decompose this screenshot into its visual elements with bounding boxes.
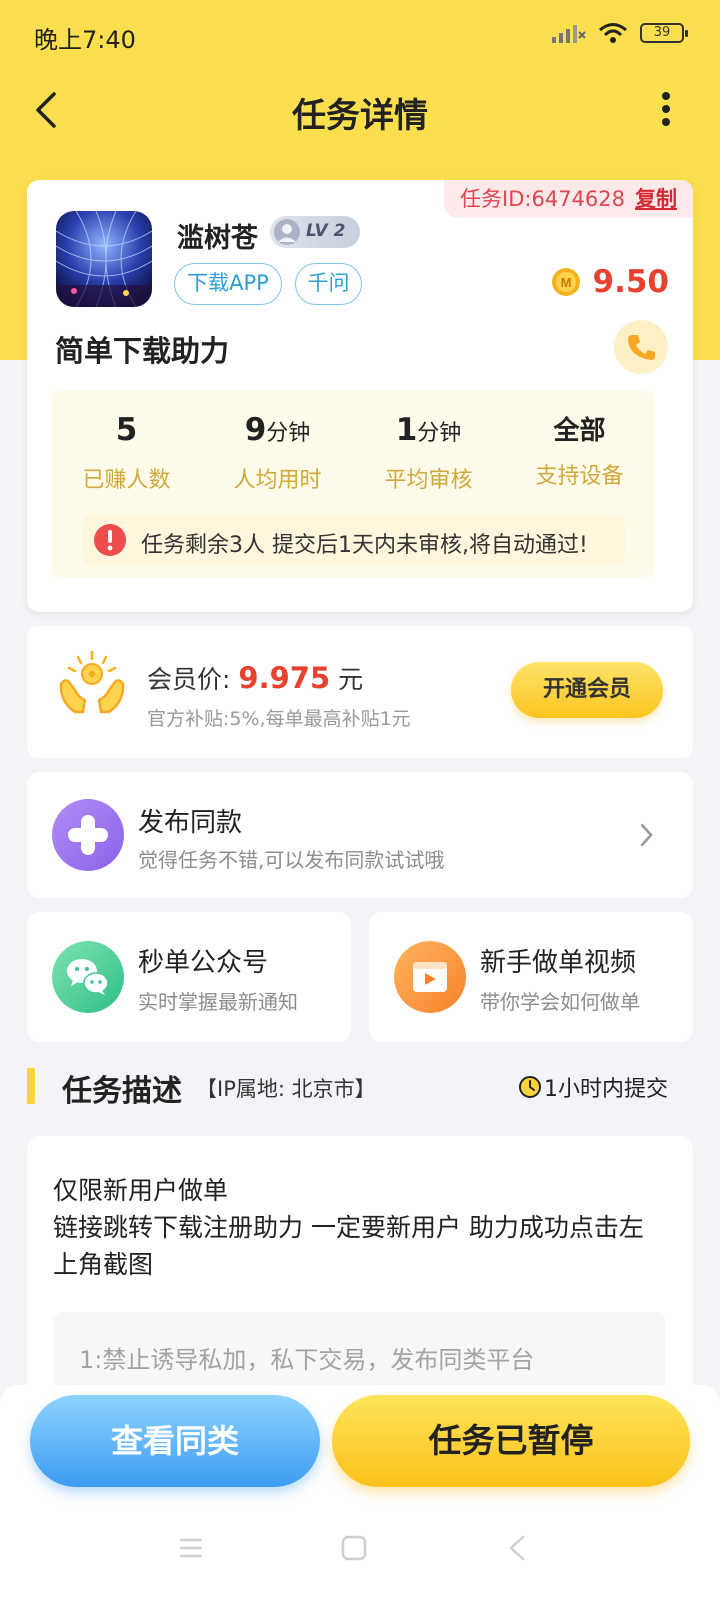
wechat-official-account-card[interactable]: 秒单公众号 实时掌握最新通知 [27, 912, 351, 1042]
stat-unit: 分钟 [417, 421, 462, 446]
task-notice: 任务剩余3人 提交后1天内未审核,将自动通过! [83, 515, 625, 565]
description-line: 仅限新用户做单 [53, 1176, 229, 1205]
nav-bar: 任务详情 [0, 70, 720, 150]
member-price: 会员价: 9.975 元 [147, 660, 363, 696]
task-paused-button[interactable]: 任务已暂停 [332, 1395, 690, 1487]
video-card-subtitle: 带你学会如何做单 [480, 990, 640, 1014]
contact-button[interactable] [614, 320, 668, 374]
deadline-text: 1小时内提交 [544, 1077, 668, 1102]
section-accent-bar [27, 1068, 35, 1104]
signal-icon [552, 25, 586, 43]
chevron-right-icon [640, 823, 653, 847]
level-avatar-icon [274, 219, 300, 245]
tag-qianwen: 千问 [295, 263, 362, 305]
task-id-label: 任务ID:6474628 [460, 187, 625, 211]
reward-value: 9.50 [592, 264, 670, 300]
view-similar-button[interactable]: 查看同类 [30, 1395, 320, 1487]
description-line: 链接跳转下载注册助力 一定要新用户 助力成功点击左上角截图 [53, 1213, 644, 1279]
wechat-card-subtitle: 实时掌握最新通知 [138, 990, 298, 1014]
stat-label: 已赚人数 [82, 468, 171, 493]
stat-label: 支持设备 [535, 464, 624, 489]
stat-label: 平均审核 [384, 468, 473, 493]
bottom-action-bar: 查看同类 任务已暂停 [0, 1385, 720, 1600]
stat-value: 9 [244, 412, 267, 448]
system-navigation-bar [0, 1525, 720, 1575]
submit-deadline: 1小时内提交 [518, 1071, 668, 1103]
level-label: LV 2 [306, 221, 346, 241]
status-time: 晚上7:40 [34, 26, 136, 54]
ip-location: 【IP属地: 北京市】 [196, 1077, 376, 1101]
wechat-card-title: 秒单公众号 [138, 948, 269, 978]
avatar [56, 211, 152, 307]
beginner-video-card[interactable]: 新手做单视频 带你学会如何做单 [369, 912, 693, 1042]
publish-title: 发布同款 [138, 808, 243, 838]
stat-value: 1 [395, 412, 418, 448]
back-icon[interactable] [508, 1535, 526, 1561]
open-membership-button[interactable]: 开通会员 [511, 662, 663, 718]
tag-download-app: 下载APP [174, 263, 282, 305]
wifi-icon [599, 23, 627, 43]
copy-task-id-button[interactable]: 复制 [635, 187, 677, 211]
member-price-card: 会员价: 9.975 元 官方补贴:5%,每单最高补贴1元 开通会员 [27, 626, 693, 758]
publish-same-card[interactable]: 发布同款 觉得任务不错,可以发布同款试试哦 [27, 772, 693, 898]
task-description-header: 任务描述 【IP属地: 北京市】 1小时内提交 [0, 1066, 720, 1109]
stat-value: 全部 [553, 416, 606, 446]
hands-sun-icon [59, 650, 125, 714]
stats-box: 5 已赚人数 9分钟 人均用时 1分钟 平均审核 全部 支持设备 任务剩余3人 … [51, 390, 655, 578]
page-title: 任务详情 [292, 96, 428, 136]
stat-value: 5 [115, 412, 138, 448]
coin-icon: M [551, 268, 580, 296]
svg-text:M: M [560, 275, 571, 290]
rules-text: 1:禁止诱导私加，私下交易，发布同类平台 [79, 1346, 535, 1374]
warning-icon [94, 524, 126, 556]
wechat-icon [52, 941, 124, 1013]
battery-icon: 39 [640, 23, 688, 43]
stat-unit: 分钟 [266, 421, 311, 446]
status-bar: 晚上7:40 39 [0, 0, 720, 70]
user-name: 滥树苍 [177, 223, 258, 254]
phone-icon [628, 335, 655, 360]
notice-text: 任务剩余3人 提交后1天内未审核,将自动通过! [141, 533, 588, 558]
task-id-badge: 任务ID:6474628 复制 [444, 180, 693, 218]
home-icon[interactable] [341, 1535, 367, 1561]
section-title: 任务描述 [62, 1074, 182, 1109]
video-card-title: 新手做单视频 [480, 948, 637, 978]
level-badge: LV 2 [270, 216, 360, 248]
more-vertical-icon[interactable] [656, 90, 676, 130]
stat-label: 人均用时 [233, 468, 322, 493]
publish-subtitle: 觉得任务不错,可以发布同款试试哦 [138, 848, 445, 872]
member-price-prefix: 会员价: [147, 665, 231, 694]
subsidy-text: 官方补贴:5%,每单最高补贴1元 [147, 708, 411, 730]
member-price-unit: 元 [338, 665, 364, 694]
video-icon [394, 941, 466, 1013]
task-title: 简单下载助力 [55, 334, 230, 368]
plus-circle-icon [52, 799, 124, 871]
task-info-card: 任务ID:6474628 复制 滥树苍 LV 2 下载APP 千问 M 9.50… [27, 180, 693, 612]
status-icons: 39 [552, 22, 688, 44]
reward-amount: M 9.50 [551, 264, 670, 300]
member-price-value: 9.975 [238, 661, 331, 695]
clock-icon [519, 1076, 541, 1098]
menu-icon[interactable] [178, 1537, 204, 1559]
description-text: 仅限新用户做单 链接跳转下载注册助力 一定要新用户 助力成功点击左上角截图 [53, 1172, 665, 1283]
